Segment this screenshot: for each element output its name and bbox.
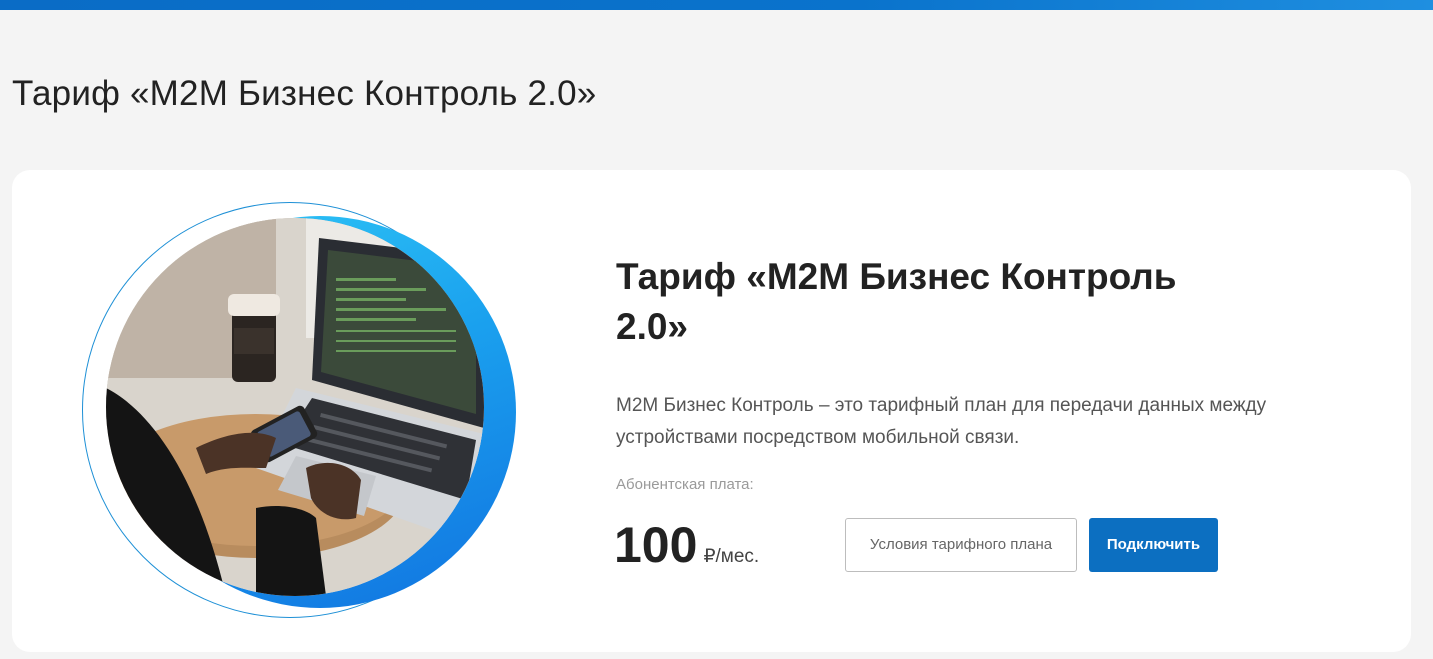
tariff-card: Тариф «M2M Бизнес Контроль 2.0» M2M Бизн… (12, 170, 1411, 652)
price-unit: ₽/мес. (703, 546, 760, 567)
tariff-conditions-button[interactable]: Условия тарифного плана (845, 518, 1077, 572)
tariff-title: Тариф «M2M Бизнес Контроль 2.0» (616, 256, 1177, 347)
tariff-description: M2M Бизнес Контроль – это тарифный план … (616, 395, 1267, 448)
price-value: 100 (614, 517, 698, 573)
laptop-photo (106, 218, 484, 596)
connect-button[interactable]: Подключить (1089, 518, 1218, 572)
laptop-photo-art (106, 218, 484, 596)
tariff-illustration (82, 200, 522, 620)
price: 100 ₽/мес. (614, 515, 759, 575)
page-title: Тариф «M2M Бизнес Контроль 2.0» (12, 74, 597, 113)
top-accent-bar (0, 0, 1433, 10)
subscription-fee-label: Абонентская плата: (616, 476, 754, 493)
